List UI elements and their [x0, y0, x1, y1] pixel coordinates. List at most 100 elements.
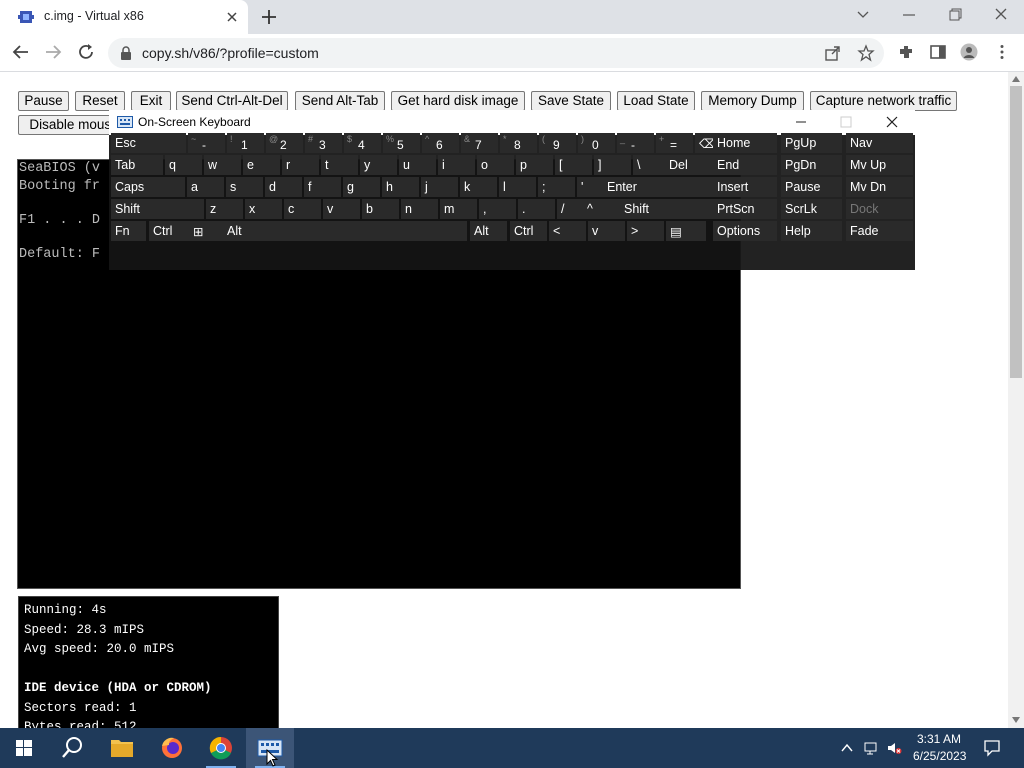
- forward-icon[interactable]: [44, 43, 62, 61]
- share-icon[interactable]: [824, 44, 842, 62]
- scroll-up-icon[interactable]: [1011, 75, 1021, 83]
- osk-key[interactable]: ⊞: [189, 221, 226, 241]
- network-icon[interactable]: [863, 740, 879, 756]
- osk-key[interactable]: d: [265, 177, 302, 197]
- osk-nav-key[interactable]: Home: [713, 133, 777, 153]
- extensions-icon[interactable]: [897, 43, 915, 61]
- osk-key[interactable]: f: [304, 177, 341, 197]
- osk-key[interactable]: q: [165, 155, 202, 175]
- osk-titlebar[interactable]: On-Screen Keyboard: [109, 110, 915, 135]
- osk-key[interactable]: r: [282, 155, 319, 175]
- osk-key[interactable]: p: [516, 155, 553, 175]
- firefox-icon[interactable]: [148, 728, 196, 768]
- address-bar[interactable]: copy.sh/v86/?profile=custom: [108, 38, 884, 68]
- scroll-down-icon[interactable]: [1011, 716, 1021, 724]
- osk-key[interactable]: v: [588, 221, 625, 241]
- osk-key[interactable]: t: [321, 155, 358, 175]
- osk-key[interactable]: w: [204, 155, 241, 175]
- menu-kebab-icon[interactable]: [993, 43, 1011, 61]
- osk-key[interactable]: .: [518, 199, 555, 219]
- osk-nav-key[interactable]: PrtScn: [713, 199, 777, 219]
- osk-key[interactable]: Shift: [111, 199, 204, 219]
- osk-key[interactable]: ;: [538, 177, 575, 197]
- osk-key[interactable]: b: [362, 199, 399, 219]
- osk-key[interactable]: o: [477, 155, 514, 175]
- osk-nav-key[interactable]: PgDn: [781, 155, 842, 175]
- osk-nav-key[interactable]: Insert: [713, 177, 777, 197]
- osk-nav-key[interactable]: End: [713, 155, 777, 175]
- osk-key[interactable]: g: [343, 177, 380, 197]
- page-scrollbar[interactable]: [1008, 72, 1024, 728]
- osk-maximize-icon[interactable]: [838, 114, 854, 130]
- reset-button[interactable]: Reset: [75, 91, 125, 111]
- osk-nav-key[interactable]: Options: [713, 221, 777, 241]
- osk-key[interactable]: $4: [344, 133, 381, 153]
- search-icon[interactable]: [48, 728, 96, 768]
- osk-key[interactable]: m: [440, 199, 477, 219]
- back-icon[interactable]: [12, 43, 30, 61]
- osk-key[interactable]: + =: [656, 133, 693, 153]
- show-hidden-icons-icon[interactable]: [839, 740, 855, 756]
- osk-key[interactable]: ~ -: [188, 133, 225, 153]
- new-tab-icon[interactable]: [260, 8, 278, 26]
- restore-icon[interactable]: [944, 6, 966, 24]
- osk-key[interactable]: y: [360, 155, 397, 175]
- profile-avatar-icon[interactable]: [960, 43, 978, 61]
- osk-key[interactable]: Esc: [111, 133, 186, 153]
- close-tab-icon[interactable]: [224, 9, 240, 25]
- clock-time[interactable]: 3:31 AM: [917, 732, 961, 746]
- osk-key[interactable]: l: [499, 177, 536, 197]
- exit-button[interactable]: Exit: [131, 91, 171, 111]
- osk-nav-key[interactable]: Mv Dn: [846, 177, 913, 197]
- osk-key[interactable]: k: [460, 177, 497, 197]
- osk-key[interactable]: Alt: [470, 221, 507, 241]
- scrollbar-thumb[interactable]: [1010, 86, 1022, 378]
- capture-network-traffic-button[interactable]: Capture network traffic: [810, 91, 957, 111]
- osk-key[interactable]: j: [421, 177, 458, 197]
- minimize-icon[interactable]: [898, 6, 920, 24]
- osk-key[interactable]: ! 1: [227, 133, 264, 153]
- osk-key[interactable]: Ctrl: [510, 221, 547, 241]
- osk-nav-key[interactable]: Dock: [846, 199, 913, 219]
- reload-icon[interactable]: [77, 43, 95, 61]
- osk-nav-key[interactable]: Nav: [846, 133, 913, 153]
- load-state-button[interactable]: Load State: [617, 91, 695, 111]
- osk-key[interactable]: >: [627, 221, 664, 241]
- osk-key[interactable]: Caps: [111, 177, 185, 197]
- osk-key[interactable]: ,: [479, 199, 516, 219]
- osk-nav-key[interactable]: Pause: [781, 177, 842, 197]
- osk-key[interactable]: ^ 6: [422, 133, 459, 153]
- url-text[interactable]: copy.sh/v86/?profile=custom: [142, 45, 319, 61]
- osk-nav-key[interactable]: Mv Up: [846, 155, 913, 175]
- osk-key[interactable]: @2: [266, 133, 303, 153]
- osk-key[interactable]: s: [226, 177, 263, 197]
- volume-muted-icon[interactable]: [886, 740, 902, 756]
- lock-icon[interactable]: [120, 46, 132, 60]
- osk-key[interactable]: _ -: [617, 133, 654, 153]
- osk-nav-key[interactable]: ScrLk: [781, 199, 842, 219]
- osk-key[interactable]: n: [401, 199, 438, 219]
- osk-key[interactable]: c: [284, 199, 321, 219]
- osk-minimize-icon[interactable]: [793, 114, 809, 130]
- save-state-button[interactable]: Save State: [531, 91, 611, 111]
- tab-search-icon[interactable]: [852, 6, 874, 24]
- osk-key[interactable]: i: [438, 155, 475, 175]
- osk-key[interactable]: #3: [305, 133, 342, 153]
- osk-key[interactable]: [: [555, 155, 592, 175]
- bookmark-star-icon[interactable]: [857, 44, 875, 62]
- browser-tab[interactable]: c.img - Virtual x86: [0, 0, 248, 34]
- clock-date[interactable]: 6/25/2023: [913, 749, 966, 763]
- chrome-icon[interactable]: [197, 728, 245, 768]
- osk-key[interactable]: & 7: [461, 133, 498, 153]
- start-windows-icon[interactable]: [0, 728, 48, 768]
- notifications-icon[interactable]: [983, 739, 1001, 757]
- osk-nav-key[interactable]: PgUp: [781, 133, 842, 153]
- get-hard-disk-image-button[interactable]: Get hard disk image: [391, 91, 525, 111]
- osk-key[interactable]: ▤: [666, 221, 706, 241]
- file-explorer-icon[interactable]: [98, 728, 146, 768]
- pause-button[interactable]: Pause: [18, 91, 69, 111]
- side-panel-icon[interactable]: [929, 43, 947, 61]
- osk-key[interactable]: v: [323, 199, 360, 219]
- osk-key[interactable]: Fn: [111, 221, 146, 241]
- osk-key[interactable]: z: [206, 199, 243, 219]
